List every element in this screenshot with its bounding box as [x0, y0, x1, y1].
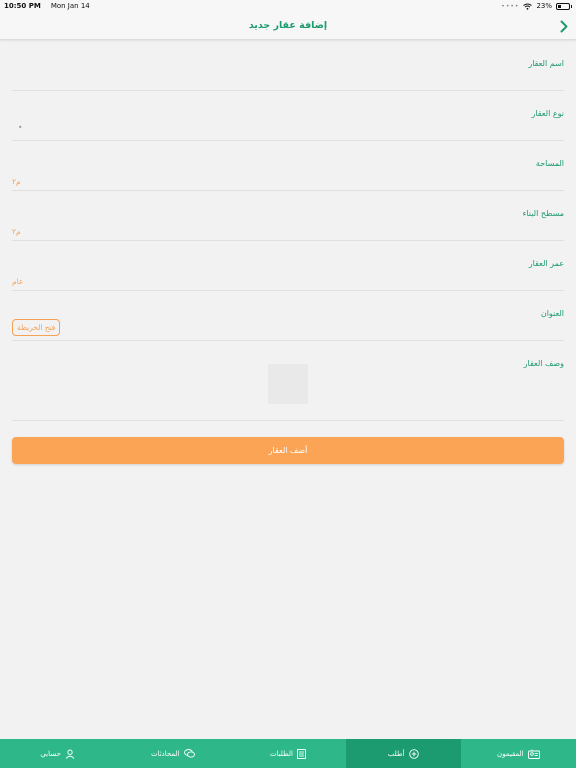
area-unit: م٢: [12, 177, 21, 186]
tab-residents[interactable]: المقيمون: [461, 739, 576, 768]
property-form: اسم العقار نوع العقار • المساحة م٢ مسطح …: [12, 41, 564, 421]
property-type-field[interactable]: نوع العقار •: [12, 91, 564, 141]
add-property-button[interactable]: أضف العقار: [12, 437, 564, 464]
tab-my-account[interactable]: حسابي: [0, 739, 115, 768]
property-type-indicator: •: [18, 123, 23, 132]
description-field[interactable]: وصف العقار: [12, 341, 564, 421]
tab-chats[interactable]: المحادثات: [115, 739, 230, 768]
description-label: وصف العقار: [523, 359, 564, 368]
tab-label-my-account: حسابي: [40, 749, 61, 758]
tab-label-orders: الطلبات: [269, 749, 293, 758]
property-name-field[interactable]: اسم العقار: [12, 41, 564, 91]
wifi-icon: [523, 3, 533, 10]
user-icon: [65, 749, 75, 759]
signal-dots-icon: ••••: [501, 2, 520, 10]
back-button[interactable]: [556, 17, 572, 35]
property-age-unit: عام: [12, 277, 24, 286]
status-time: 10:50 PM: [4, 2, 41, 10]
area-label: المساحة: [535, 159, 564, 168]
property-name-label: اسم العقار: [528, 59, 564, 68]
description-image-placeholder[interactable]: [268, 364, 308, 404]
tab-bar: حسابي المحادثات الطلبات أطلب المقيمون: [0, 739, 576, 768]
status-bar: 10:50 PM Mon Jan 14 •••• 23%: [0, 0, 576, 12]
status-date: Mon Jan 14: [50, 2, 90, 10]
page-title: إضافة عقار جديد: [248, 20, 328, 31]
built-area-label: مسطح البناء: [522, 209, 564, 218]
battery-percent: 23%: [536, 2, 552, 10]
tab-orders[interactable]: الطلبات: [230, 739, 345, 768]
battery-icon: [556, 2, 570, 10]
chevron-right-icon: [560, 20, 568, 32]
list-icon: [297, 748, 306, 759]
address-label: العنوان: [540, 309, 564, 318]
built-area-unit: م٢: [12, 227, 21, 236]
property-age-label: عمر العقار: [528, 259, 564, 268]
nav-header: إضافة عقار جديد: [0, 12, 576, 40]
tab-label-chats: المحادثات: [150, 749, 180, 758]
tab-label-request: أطلب: [387, 749, 405, 758]
battery-tip: [571, 4, 572, 8]
property-type-label: نوع العقار: [531, 109, 564, 118]
residents-icon: [527, 749, 540, 759]
property-age-field[interactable]: عمر العقار عام: [12, 241, 564, 291]
open-map-button[interactable]: فتح الخريطة: [12, 319, 61, 336]
area-field[interactable]: المساحة م٢: [12, 141, 564, 191]
plus-circle-icon: [408, 748, 419, 759]
built-area-field[interactable]: مسطح البناء م٢: [12, 191, 564, 241]
tab-label-residents: المقيمون: [497, 749, 524, 758]
chat-icon: [183, 749, 195, 758]
tab-request[interactable]: أطلب: [345, 739, 461, 768]
address-field: العنوان فتح الخريطة: [12, 291, 564, 341]
